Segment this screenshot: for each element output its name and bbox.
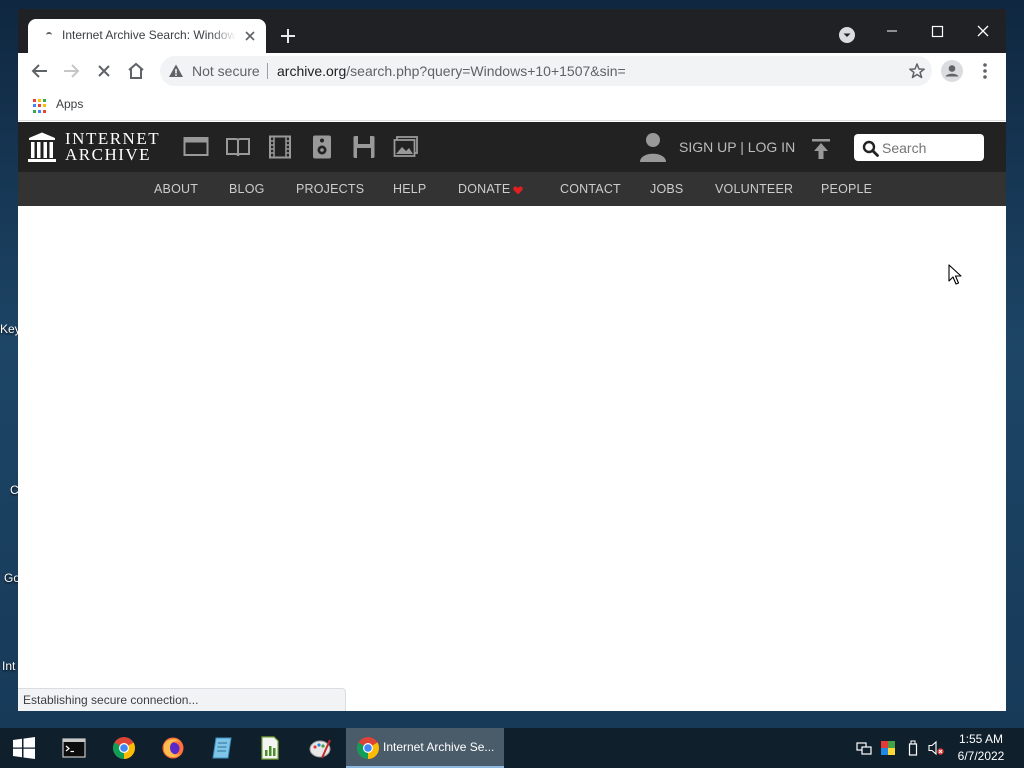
tab-title: Internet Archive Search: Windows 10 1507 [62,28,236,42]
url-text[interactable]: archive.org/search.php?query=Windows+10+… [277,63,626,79]
signup-login-link[interactable]: SIGN UP | LOG IN [679,139,795,155]
chrome-icon[interactable] [112,736,136,760]
url-path: /search.php?query=Windows+10+1507&sin= [346,63,626,79]
url-host: archive.org [277,63,347,79]
nav-jobs[interactable]: JOBS [650,182,683,196]
user-account-icon[interactable] [638,131,668,163]
firefox-icon[interactable] [161,736,185,760]
usb-device-icon[interactable] [905,740,921,756]
browser-status-bar: Establishing secure connection... [18,688,346,711]
browser-titlebar[interactable]: Internet Archive Search: Windows 10 1507 [18,9,1006,53]
new-tab-button[interactable] [278,26,298,46]
images-icon[interactable] [393,135,419,159]
windows-start-icon[interactable] [12,736,36,760]
volume-muted-icon[interactable] [928,740,944,756]
ia-header: INTERNET ARCHIVE SIGN UP | LOG IN Search [18,122,1006,172]
chrome-icon [357,737,379,759]
audio-icon[interactable] [309,135,335,159]
browser-toolbar: Not secure archive.org/search.php?query=… [18,53,1006,89]
display-color-icon[interactable] [880,740,896,756]
close-window-button[interactable] [969,17,997,45]
chart-app-icon[interactable] [258,736,282,760]
web-icon[interactable] [183,135,209,159]
forward-button[interactable] [59,59,83,83]
search-icon[interactable] [862,140,879,157]
nav-volunteer[interactable]: VOLUNTEER [715,182,793,196]
clock-time: 1:55 AM [958,732,1004,746]
warning-icon[interactable] [168,63,184,79]
ia-building-logo-icon[interactable] [28,132,56,162]
minimize-button[interactable] [878,17,906,45]
back-button[interactable] [28,59,52,83]
desktop-icon-label[interactable]: Key [0,322,18,336]
command-prompt-icon[interactable] [62,736,86,760]
heart-icon [513,186,523,195]
browser-window: Internet Archive Search: Windows 10 1507 [18,9,1006,711]
tab-search-button[interactable] [839,27,855,43]
search-input[interactable] [882,139,978,157]
maximize-button[interactable] [923,17,951,45]
site-search-box[interactable] [854,134,984,161]
windows-taskbar: Internet Archive Se... 1:55 AM 6/7/2022 [0,728,1024,768]
ia-logo-wordmark[interactable]: INTERNET ARCHIVE [65,130,160,164]
omnibox-divider [267,63,268,79]
apps-shortcut-label[interactable]: Apps [56,97,83,111]
profile-avatar-icon[interactable] [940,59,964,83]
nav-contact[interactable]: CONTACT [560,182,621,196]
texts-icon[interactable] [225,135,251,159]
clock-date: 6/7/2022 [957,749,1005,763]
home-button[interactable] [124,59,148,83]
browser-tab-active[interactable]: Internet Archive Search: Windows 10 1507 [28,19,266,53]
browser-menu-icon[interactable] [973,59,997,83]
chevron-down-icon [843,33,851,37]
bookmark-star-icon[interactable] [908,62,926,80]
close-tab-icon[interactable] [242,28,258,44]
paint-app-icon[interactable] [308,736,332,760]
address-bar[interactable]: Not secure archive.org/search.php?query=… [160,56,932,86]
taskbar-window-title: Internet Archive Se... [383,740,495,754]
taskbar-active-chrome-window[interactable]: Internet Archive Se... [346,728,504,768]
video-icon[interactable] [267,135,293,159]
ia-top-nav: ABOUT BLOG PROJECTS HELP DONATE CONTACT … [18,172,1006,206]
network-icon[interactable] [856,740,872,756]
nav-help[interactable]: HELP [393,182,426,196]
nav-about[interactable]: ABOUT [154,182,198,196]
nav-donate[interactable]: DONATE [458,182,510,196]
bookmarks-bar: Apps [18,89,1006,121]
logo-line-2: ARCHIVE [65,145,152,164]
upload-icon[interactable] [811,138,831,160]
mouse-cursor-icon [948,264,962,285]
software-icon[interactable] [351,135,377,159]
nav-projects[interactable]: PROJECTS [296,182,364,196]
apps-grid-icon[interactable] [33,99,47,113]
system-clock[interactable]: 1:55 AM 6/7/2022 [950,731,1012,765]
stop-loading-button[interactable] [92,59,116,83]
nav-blog[interactable]: BLOG [229,182,265,196]
nav-people[interactable]: PEOPLE [821,182,872,196]
security-status-label[interactable]: Not secure [192,63,260,79]
notes-app-icon[interactable] [210,736,234,760]
page-content-area [18,206,1006,711]
loading-spinner-icon [46,32,52,38]
